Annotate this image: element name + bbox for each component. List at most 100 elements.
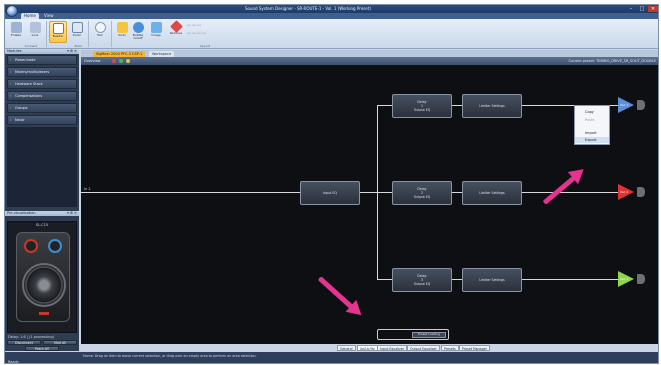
- pan-button[interactable]: Pan: [91, 21, 109, 43]
- patch-all-button[interactable]: Patch All: [25, 346, 59, 351]
- tab-presets[interactable]: Presets: [441, 345, 459, 351]
- menu-item-copy[interactable]: Copy: [575, 109, 609, 115]
- ribbon-separator: [111, 21, 112, 47]
- document-tab-bar: SigMain 2004 PFC-3 CSP-1 Workspace: [81, 50, 658, 57]
- preset-loading-toggle[interactable]: Preset Loading: [412, 332, 446, 338]
- modules-list-area: [7, 127, 77, 207]
- undo-icon: [116, 22, 128, 33]
- wire: [452, 105, 462, 106]
- context-menu: Copy Paste Import Export: [574, 105, 610, 145]
- brand-badge: [39, 312, 49, 315]
- current-preset-label: Current preset: TEMMO_DRIVE_SR_SOUT_DOUB…: [568, 59, 656, 63]
- output-2-icon[interactable]: Out 2: [618, 184, 634, 200]
- delay-status: Delay: 1.6 | (1 processing): [8, 335, 54, 339]
- menu-item-import[interactable]: Import: [575, 130, 609, 136]
- module-item[interactable]: Compensations: [7, 91, 77, 101]
- preview-device-name: SL-C15: [35, 223, 49, 227]
- lock-button[interactable]: Lock: [26, 21, 44, 43]
- zoom-fit-icon[interactable]: [119, 59, 123, 63]
- bubble-cutoff-button[interactable]: Bubble Cutoff: [129, 21, 147, 43]
- speaker-image: [16, 232, 70, 322]
- knob-icon: [48, 239, 62, 253]
- enable-icon: [10, 22, 22, 33]
- preset-loading-box: Preset Loading: [377, 329, 449, 340]
- output-1-icon[interactable]: Out 1: [618, 97, 634, 113]
- delay-output-eq-block-3[interactable]: Delay 3 Output EQ: [392, 268, 452, 292]
- wire: [452, 192, 462, 193]
- tab-output-equalizer[interactable]: Output Equalizer: [407, 345, 440, 351]
- canvas-toolbar: Overview Current preset: TEMMO_DRIVE_SR_…: [81, 57, 658, 65]
- pan-icon: [94, 22, 106, 33]
- module-item[interactable]: Power/node: [7, 55, 77, 65]
- wire: [452, 279, 462, 280]
- group-label-connect: Connect: [24, 44, 38, 48]
- builder-button[interactable]: Builder: [49, 21, 67, 43]
- lock-icon: [29, 22, 41, 33]
- module-item[interactable]: Mixers/multiplexers: [7, 67, 77, 77]
- limiter-settings-block-2[interactable]: Limiter Settings: [462, 181, 522, 205]
- zoom-icon: [71, 22, 83, 33]
- tab-general[interactable]: General: [337, 345, 356, 351]
- speaker-3-icon: [637, 274, 645, 284]
- tab-input-equalizer[interactable]: Input Equalizer: [377, 345, 407, 351]
- panel-controls[interactable]: ▾ ⊞ ✕: [67, 49, 77, 54]
- disconnect-button[interactable]: Disconnect: [7, 340, 41, 345]
- speaker-1-icon: [637, 100, 645, 110]
- wire: [360, 192, 377, 193]
- overview-label: Overview: [84, 59, 101, 63]
- signal-flow-canvas[interactable]: In 2 Input EQ Delay 1 Output EQ Limiter …: [81, 65, 658, 344]
- module-item[interactable]: Groups: [7, 103, 77, 113]
- wire: [377, 279, 392, 280]
- group-label-layout: Layout: [199, 44, 211, 48]
- panel-controls[interactable]: ▾ ⊞ ✕: [67, 211, 77, 216]
- wire: [522, 279, 618, 280]
- minimize-button[interactable]: –: [626, 6, 636, 12]
- ribbon-separator: [46, 21, 47, 47]
- image-button[interactable]: Image: [147, 21, 165, 43]
- limiter-settings-block-1[interactable]: Limiter Settings: [462, 94, 522, 118]
- input-wire: [81, 192, 300, 193]
- enable-button[interactable]: Enable: [7, 21, 25, 43]
- menu-item-export[interactable]: Export: [575, 137, 609, 143]
- tab-preset-manager[interactable]: Preset Manager: [459, 345, 490, 351]
- device-preview: SL-C15: [7, 221, 77, 333]
- input-eq-block[interactable]: Input EQ: [300, 181, 360, 205]
- wire: [377, 105, 392, 106]
- close-button[interactable]: ✕: [648, 6, 658, 12]
- zoom-out-icon[interactable]: [126, 59, 130, 63]
- status-ready: Ready: [8, 360, 19, 364]
- title-bar: Sound System Designer - SR-ROUTE-1 - Vol…: [5, 5, 658, 17]
- image-icon: [150, 22, 162, 33]
- wire: [377, 192, 392, 193]
- delay-output-eq-block-1[interactable]: Delay 1 Output EQ: [392, 94, 452, 118]
- tab-xo[interactable]: Xo/Ltr/Hz: [357, 345, 378, 351]
- preview-panel-header: Pre-visualization ▾ ⊞ ✕: [5, 211, 79, 216]
- delay-output-eq-block-2[interactable]: Delay 2 Output EQ: [392, 181, 452, 205]
- module-item[interactable]: Neutr: [7, 115, 77, 125]
- status-bar: Home: Drag an item to move current selec…: [5, 352, 658, 364]
- zoom-in-icon[interactable]: [112, 59, 116, 63]
- ribbon: Enable Lock Builder Zoom Pan Undo Bubble…: [5, 19, 658, 49]
- menu-item-paste[interactable]: Paste: [575, 117, 609, 123]
- left-panel-footer: Delay: 1.6 | (1 processing) Disconnect M…: [5, 335, 79, 351]
- status-hint: Home: Drag an item to move current selec…: [83, 354, 257, 358]
- zoom-button[interactable]: Zoom: [68, 21, 86, 43]
- remove-button[interactable]: Remove: [167, 20, 185, 43]
- mod-all-button[interactable]: Mod All: [43, 340, 77, 345]
- align-controls: ▫▫ ▫▫ ▫▫: [187, 23, 202, 27]
- input-label: In 2: [84, 187, 91, 191]
- builder-icon: [52, 23, 64, 34]
- output-3-icon[interactable]: Out 3: [618, 271, 634, 287]
- distribute-controls: ▫▫ ▫▫ ▫▫ ▫▫: [187, 31, 207, 35]
- module-item[interactable]: Hardware Stack: [7, 79, 77, 89]
- bubble-icon: [132, 22, 144, 33]
- app-menu-button[interactable]: [6, 5, 18, 17]
- limiter-settings-block-3[interactable]: Limiter Settings: [462, 268, 522, 292]
- maximize-button[interactable]: □: [637, 6, 647, 12]
- app-window: Sound System Designer - SR-ROUTE-1 - Vol…: [4, 4, 659, 364]
- left-panel: Modules ▾ ⊞ ✕ Power/node Mixers/multiple…: [5, 49, 79, 351]
- knob-icon: [24, 239, 38, 253]
- modules-panel-header: Modules ▾ ⊞ ✕: [5, 49, 79, 54]
- bottom-tab-bar: General Xo/Ltr/Hz Input Equalizer Output…: [81, 344, 658, 352]
- group-label-tools: Tools: [74, 44, 82, 48]
